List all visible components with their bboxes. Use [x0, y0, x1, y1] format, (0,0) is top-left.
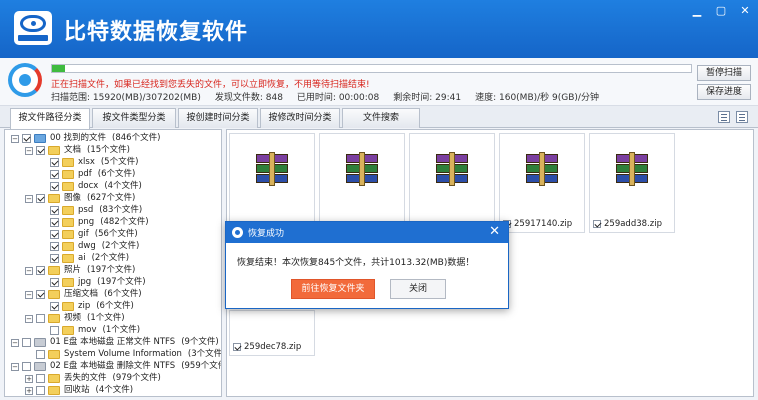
folder-icon [62, 182, 74, 191]
folder-icon [48, 314, 60, 323]
tree-node[interactable]: + 丢失的文件 (979个文件) [25, 373, 161, 384]
tree-node[interactable]: pdf (6个文件) [39, 169, 135, 180]
tree-node[interactable]: xlsx (5个文件) [39, 157, 138, 168]
close-icon[interactable]: ✕ [489, 225, 500, 239]
recovery-success-dialog: 恢复成功 ✕ 恢复结束！本次恢复845个文件，共计1013.32(MB)数据！ … [225, 221, 509, 309]
tree-node[interactable]: psd (83个文件) [39, 205, 142, 216]
minimize-icon[interactable]: ▁ [690, 4, 704, 17]
window-controls: ▁ ▢ ✕ [690, 4, 752, 17]
elapsed-time: 已用时间: 00:00:08 [296, 93, 380, 103]
scan-range: 扫描范围: 15920(MB)/307202(MB) [51, 93, 201, 103]
thumbnail-view-icon[interactable] [736, 111, 748, 123]
drive-icon [34, 338, 46, 347]
tree-node[interactable]: − 照片 (197个文件) [25, 265, 135, 276]
folder-icon [48, 386, 60, 395]
folder-icon [62, 170, 74, 179]
file-tile[interactable]: 259add38.zip [589, 133, 675, 233]
tree-node[interactable]: − 压缩文档 (6个文件) [25, 289, 142, 300]
dialog-message: 恢复结束！本次恢复845个文件，共计1013.32(MB)数据！ [237, 258, 475, 268]
close-dialog-button[interactable]: 关闭 [390, 279, 446, 299]
file-tile[interactable] [409, 133, 495, 233]
tab-by-path[interactable]: 按文件路径分类 [10, 108, 90, 129]
folder-icon [34, 134, 46, 143]
drive-icon [34, 362, 46, 371]
tree-node[interactable]: zip (6个文件) [39, 301, 134, 312]
tab-by-created[interactable]: 按创建时间分类 [178, 108, 258, 128]
archive-file-icon [616, 152, 648, 186]
tab-by-modified[interactable]: 按修改时间分类 [260, 108, 340, 128]
file-name: 259dec78.zip [244, 342, 302, 352]
file-name: 259add38.zip [604, 219, 662, 229]
close-icon[interactable]: ✕ [738, 4, 752, 17]
folder-icon [62, 302, 74, 311]
scan-progress-bar [51, 64, 692, 73]
category-tabs: 按文件路径分类 按文件类型分类 按创建时间分类 按修改时间分类 文件搜索 [0, 106, 758, 129]
app-icon [232, 227, 243, 238]
tab-file-search[interactable]: 文件搜索 [342, 108, 420, 128]
title-bar: 比特数据恢复软件 ▁ ▢ ✕ [0, 0, 758, 58]
folder-icon [48, 350, 60, 359]
folder-icon [62, 206, 74, 215]
save-progress-button[interactable]: 保存进度 [697, 84, 751, 100]
archive-file-icon [346, 152, 378, 186]
tab-by-type[interactable]: 按文件类型分类 [92, 108, 176, 128]
archive-file-icon [436, 152, 468, 186]
tree-node[interactable]: dwg (2个文件) [39, 241, 139, 252]
tree-node[interactable]: ai (2个文件) [39, 253, 129, 264]
tree-node[interactable]: − 视频 (1个文件) [25, 313, 125, 324]
file-tile[interactable]: 25917140.zip [499, 133, 585, 233]
dialog-title-bar: 恢复成功 [226, 222, 508, 243]
scan-speed: 速度: 160(MB)/秒 9(GB)/分钟 [475, 93, 599, 103]
list-view-icon[interactable] [718, 111, 730, 123]
tree-node[interactable]: gif (56个文件) [39, 229, 138, 240]
found-count: 发现文件数: 848 [214, 93, 283, 103]
folder-icon [48, 146, 60, 155]
file-tile[interactable]: 259dec78.zip [229, 310, 315, 356]
tree-node[interactable]: jpg (197个文件) [39, 277, 146, 288]
file-name: 25917140.zip [514, 219, 573, 229]
scan-progress-fill [52, 65, 65, 72]
folder-icon [48, 194, 60, 203]
file-checkbox[interactable] [593, 220, 601, 228]
archive-file-icon [256, 152, 288, 186]
tree-node[interactable]: docx (4个文件) [39, 181, 142, 192]
file-checkbox[interactable] [233, 343, 241, 351]
remaining-time: 剩余时间: 29:41 [393, 93, 462, 103]
folder-icon [62, 254, 74, 263]
folder-icon [48, 266, 60, 275]
tree-node[interactable]: −01 E盘 本地磁盘 正常文件 NTFS (9个文件) [11, 337, 219, 348]
folder-icon [48, 290, 60, 299]
pause-scan-button[interactable]: 暂停扫描 [697, 65, 751, 81]
scan-status-panel: 正在扫描文件，如果已经找到您丢失的文件，可以立即恢复，不用等待扫描结束! 扫描范… [0, 58, 758, 106]
scan-message: 正在扫描文件，如果已经找到您丢失的文件，可以立即恢复，不用等待扫描结束! [51, 80, 370, 90]
tree-node[interactable]: −00 找到的文件 (846个文件) [11, 133, 160, 144]
tree-node[interactable]: png (482个文件) [39, 217, 149, 228]
archive-file-icon [526, 152, 558, 186]
file-tile[interactable] [319, 133, 405, 233]
tree-node[interactable]: − 图像 (627个文件) [25, 193, 135, 204]
scan-stats: 扫描范围: 15920(MB)/307202(MB) 发现文件数: 848 已用… [51, 90, 599, 103]
app-logo-icon [14, 11, 52, 45]
folder-icon [62, 326, 74, 335]
folder-icon [62, 230, 74, 239]
tree-node[interactable]: −02 E盘 本地磁盘 删除文件 NTFS(959个文件) [11, 361, 221, 372]
folder-icon [62, 278, 74, 287]
open-recovery-folder-button[interactable]: 前往恢复文件夹 [291, 279, 375, 299]
scan-spinner-icon [8, 63, 42, 97]
maximize-icon[interactable]: ▢ [714, 4, 728, 17]
folder-tree[interactable]: −00 找到的文件 (846个文件) − 文档 (15个文件) xlsx (5个文件) … [4, 129, 222, 397]
folder-icon [62, 158, 74, 167]
folder-icon [62, 242, 74, 251]
app-title: 比特数据恢复软件 [64, 20, 249, 45]
dialog-title: 恢复成功 [248, 229, 285, 239]
file-tile[interactable] [229, 133, 315, 233]
tree-node[interactable]: + 回收站 (4个文件) [25, 385, 133, 396]
folder-icon [62, 218, 74, 227]
tree-node[interactable]: System Volume Information (3个文件) [25, 349, 221, 360]
folder-icon [48, 374, 60, 383]
tree-node[interactable]: mov (1个文件) [39, 325, 140, 336]
tree-node[interactable]: − 文档 (15个文件) [25, 145, 130, 156]
